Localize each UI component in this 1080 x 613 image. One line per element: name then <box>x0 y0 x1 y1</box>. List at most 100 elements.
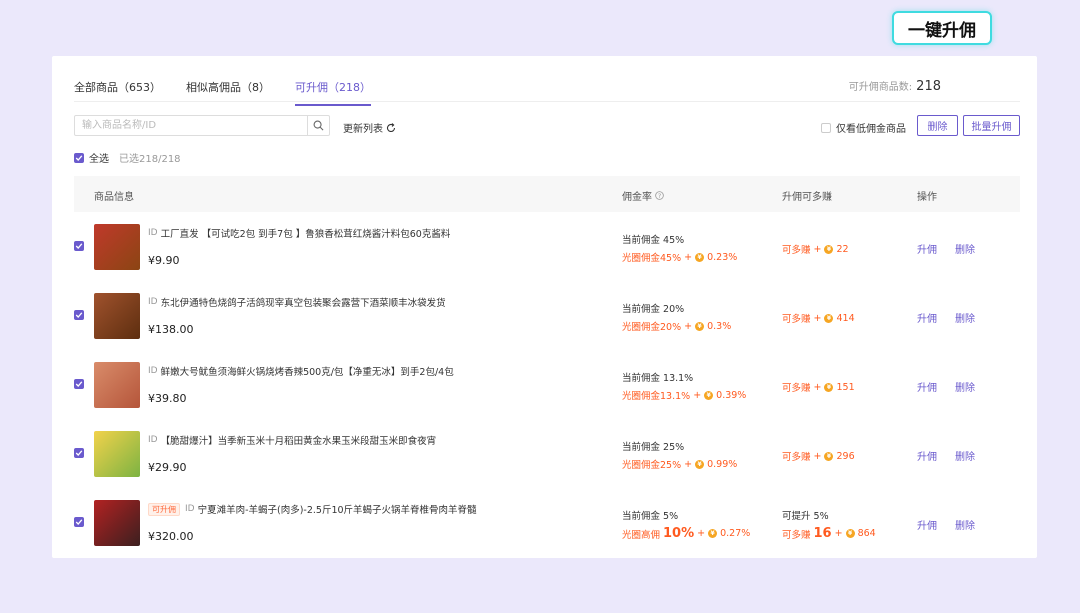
current-commission: 当前佣金 13.1% <box>622 373 694 384</box>
coin-icon: ¥ <box>845 529 855 538</box>
boost-label: 光圈高佣 <box>622 529 661 541</box>
current-commission: 当前佣金 25% <box>622 442 685 453</box>
product-title-text: 鲜嫩大号鱿鱼须海鲜火锅烧烤香辣500克/包【净重无冰】到手2包/4包 <box>160 367 454 378</box>
table-row: 可升佣 ID 宁夏滩羊肉-羊蝎子(肉多)-2.5斤10斤羊蝎子火锅羊脊椎骨肉羊脊髓 ¥… <box>74 488 1020 557</box>
boost-label: 光圈佣金20% <box>622 322 682 333</box>
product-title[interactable]: ID 鲜嫩大号鱿鱼须海鲜火锅烧烤香辣500克/包【净重无冰】到手2包/4包 <box>148 364 454 378</box>
product-price: ¥320.00 <box>148 530 194 543</box>
table-header: 商品信息 佣金率 ? 升佣可多赚 操作 <box>74 176 1020 212</box>
earn-value: 151 <box>836 381 855 393</box>
col-product: 商品信息 <box>94 192 134 203</box>
batch-upgrade-button[interactable]: 批量升佣 <box>963 115 1020 136</box>
coin-icon: ¥ <box>708 529 718 538</box>
product-title[interactable]: ID 东北伊通特色烧鸽子活鸽现宰真空包装聚会露营下酒菜顺丰冰袋发货 <box>148 295 446 309</box>
boost-label: 光圈佣金45% <box>622 253 682 264</box>
id-tag: ID <box>148 435 158 445</box>
upgradable-badge: 可升佣 <box>148 502 180 516</box>
row-upgrade-button[interactable]: 升佣 <box>917 448 937 463</box>
tab-divider <box>74 101 1020 102</box>
boost-extra: 0.99% <box>707 458 738 470</box>
table-row: ID 东北伊通特色烧鸽子活鸽现宰真空包装聚会露营下酒菜顺丰冰袋发货 ¥138.00 当… <box>74 281 1020 350</box>
earn-value: 864 <box>857 528 876 539</box>
col-ops: 操作 <box>917 192 937 203</box>
low-commission-filter[interactable]: 仅看低佣金商品 <box>821 120 906 135</box>
table-row: ID 工厂直发 【可试吃2包 到手7包 】鲁狼香松茸红烧酱汁料包60克酱料 ¥9.9… <box>74 212 1020 281</box>
earn-big: 16 <box>813 526 832 541</box>
coin-icon: ¥ <box>824 451 834 461</box>
row-checkbox[interactable] <box>74 517 84 527</box>
product-thumbnail[interactable] <box>94 362 140 408</box>
select-all[interactable]: 全选 已选218/218 <box>74 150 181 165</box>
selected-count: 已选218/218 <box>119 154 181 165</box>
check-icon <box>75 381 83 387</box>
boost-label: 光圈佣金13.1% <box>622 391 691 402</box>
search-icon <box>313 120 324 131</box>
count-value: 218 <box>916 79 941 94</box>
row-upgrade-button[interactable]: 升佣 <box>917 517 937 532</box>
current-commission: 当前佣金 45% <box>622 235 685 246</box>
check-icon <box>75 312 83 318</box>
row-delete-button[interactable]: 删除 <box>955 517 975 532</box>
check-icon <box>75 450 83 456</box>
id-tag: ID <box>148 228 158 238</box>
row-upgrade-button[interactable]: 升佣 <box>917 241 937 256</box>
plus-sign: + <box>684 251 693 263</box>
help-icon[interactable]: ? <box>655 191 664 200</box>
delete-button[interactable]: 删除 <box>917 115 958 136</box>
check-icon <box>75 243 83 249</box>
row-delete-button[interactable]: 删除 <box>955 448 975 463</box>
extra-earnings: 可多赚 + ¥22 <box>782 242 849 257</box>
product-thumbnail[interactable] <box>94 293 140 339</box>
row-checkbox[interactable] <box>74 241 84 251</box>
coin-icon: ¥ <box>695 252 705 262</box>
plus-sign: + <box>813 243 822 255</box>
earn-label: 可多赚 <box>782 314 811 325</box>
row-delete-button[interactable]: 删除 <box>955 241 975 256</box>
refresh-icon <box>386 122 396 132</box>
row-checkbox[interactable] <box>74 448 84 458</box>
table-row: ID 【脆甜爆汁】当季新玉米十月稻田黄金水果玉米段甜玉米即食夜宵 ¥29.90 当前佣… <box>74 419 1020 488</box>
row-upgrade-button[interactable]: 升佣 <box>917 379 937 394</box>
plus-sign: + <box>813 312 822 324</box>
plus-sign: + <box>813 381 822 393</box>
row-delete-button[interactable]: 删除 <box>955 310 975 325</box>
row-upgrade-button[interactable]: 升佣 <box>917 310 937 325</box>
boost-label: 光圈佣金25% <box>622 460 682 471</box>
product-thumbnail[interactable] <box>94 224 140 270</box>
product-thumbnail[interactable] <box>94 431 140 477</box>
id-tag: ID <box>148 366 158 376</box>
product-title[interactable]: 可升佣 ID 宁夏滩羊肉-羊蝎子(肉多)-2.5斤10斤羊蝎子火锅羊脊椎骨肉羊脊髓 <box>148 502 477 516</box>
row-checkbox[interactable] <box>74 379 84 389</box>
product-title[interactable]: ID 【脆甜爆汁】当季新玉米十月稻田黄金水果玉米段甜玉米即食夜宵 <box>148 433 436 447</box>
product-thumbnail[interactable] <box>94 500 140 546</box>
extra-earnings: 可多赚 + ¥296 <box>782 449 855 464</box>
current-commission: 当前佣金 20% <box>622 304 685 315</box>
product-title[interactable]: ID 工厂直发 【可试吃2包 到手7包 】鲁狼香松茸红烧酱汁料包60克酱料 <box>148 226 450 240</box>
select-all-checkbox[interactable] <box>74 152 84 163</box>
svg-text:?: ? <box>658 193 661 200</box>
search-input[interactable] <box>75 116 307 135</box>
product-price: ¥39.80 <box>148 392 187 405</box>
earn-value: 414 <box>836 312 855 324</box>
coin-icon: ¥ <box>824 244 834 254</box>
product-title-text: 【脆甜爆汁】当季新玉米十月稻田黄金水果玉米段甜玉米即食夜宵 <box>160 436 437 447</box>
coin-icon: ¥ <box>824 313 834 323</box>
earn-value: 296 <box>836 450 855 462</box>
refresh-label: 更新列表 <box>343 124 383 135</box>
boost-extra: 0.39% <box>716 389 747 401</box>
search-button[interactable] <box>307 116 329 135</box>
coin-icon: ¥ <box>695 321 705 331</box>
table-row: ID 鲜嫩大号鱿鱼须海鲜火锅烧烤香辣500克/包【净重无冰】到手2包/4包 ¥39.… <box>74 350 1020 419</box>
plus-sign: + <box>684 320 693 332</box>
upgradable-count: 可升佣商品数: 218 <box>849 78 941 94</box>
earn-label: 可多赚 <box>782 245 811 256</box>
low-commission-label: 仅看低佣金商品 <box>836 124 906 135</box>
one-key-upgrade-button[interactable]: 一键升佣 <box>892 11 992 45</box>
low-commission-checkbox[interactable] <box>821 122 831 133</box>
col-rate-label: 佣金率 <box>622 192 652 203</box>
refresh-list-button[interactable]: 更新列表 <box>343 120 396 135</box>
product-title-text: 工厂直发 【可试吃2包 到手7包 】鲁狼香松茸红烧酱汁料包60克酱料 <box>160 229 451 240</box>
current-commission: 当前佣金 5% <box>622 511 679 522</box>
row-delete-button[interactable]: 删除 <box>955 379 975 394</box>
row-checkbox[interactable] <box>74 310 84 320</box>
